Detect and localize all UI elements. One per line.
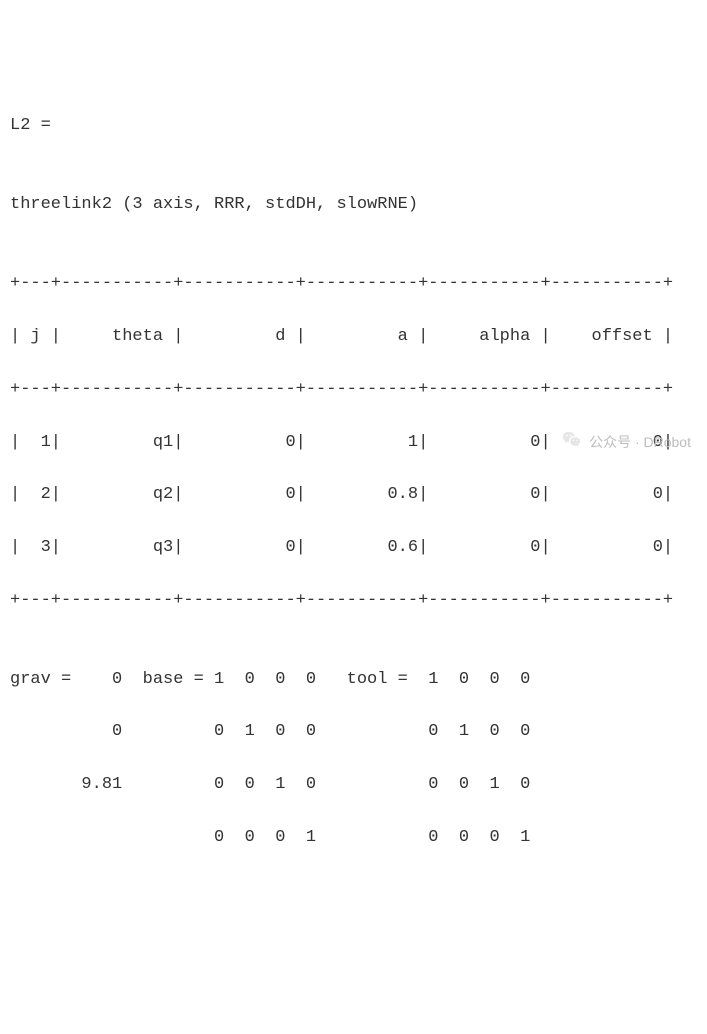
table-row: | 3| q3| 0| 0.6| 0| 0|: [10, 535, 697, 561]
table-border: +---+-----------+-----------+-----------…: [10, 588, 697, 614]
robot-description: threelink2 (3 axis, RRR, stdDH, slowRNE): [10, 192, 697, 218]
table-row: | 1| q1| 0| 1| 0| 0|: [10, 430, 697, 456]
matrix-row: grav = 0 base = 1 0 0 0 tool = 1 0 0 0: [10, 667, 697, 693]
table-border: +---+-----------+-----------+-----------…: [10, 271, 697, 297]
variable-assignment: L2 =: [10, 113, 697, 139]
matrix-row: 0 0 1 0 0 0 1 0 0: [10, 719, 697, 745]
table-header: | j | theta | d | a | alpha | offset |: [10, 324, 697, 350]
table-row: | 2| q2| 0| 0.8| 0| 0|: [10, 482, 697, 508]
table-border: +---+-----------+-----------+-----------…: [10, 377, 697, 403]
matrix-row: 0 0 0 1 0 0 0 1: [10, 825, 697, 851]
matrix-row: 9.81 0 0 1 0 0 0 1 0: [10, 772, 697, 798]
